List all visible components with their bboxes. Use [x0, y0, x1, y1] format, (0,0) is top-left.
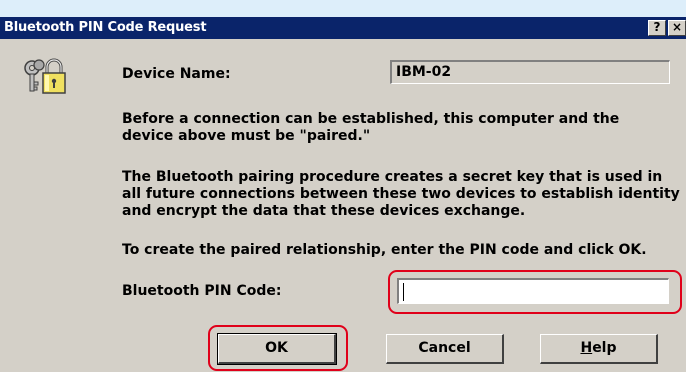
help-button-mnemonic: H — [580, 340, 593, 356]
help-button[interactable]: Help — [540, 334, 658, 364]
pin-input-highlight-annotation — [388, 270, 682, 314]
device-name-label: Device Name: — [122, 66, 231, 82]
pairing-info-line: all future connections between these two… — [122, 186, 680, 202]
cancel-button[interactable]: Cancel — [386, 334, 504, 364]
title-close-button[interactable]: × — [668, 20, 686, 36]
keys-and-padlock-icon — [24, 58, 66, 94]
device-name-value: IBM-02 — [390, 60, 670, 84]
help-button-label: elp — [592, 340, 617, 356]
title-help-button[interactable]: ? — [648, 20, 666, 36]
pairing-info-line: The Bluetooth pairing procedure creates … — [122, 169, 663, 185]
pairing-info-text-1: Before a connection can be established, … — [122, 111, 619, 145]
pairing-info-line: Before a connection can be established, … — [122, 111, 620, 127]
ok-button-highlight-annotation — [208, 325, 348, 371]
pairing-info-line: and encrypt the data that these devices … — [122, 203, 526, 219]
pairing-info-line: device above must be "paired." — [122, 128, 371, 144]
pairing-info-text-2: The Bluetooth pairing procedure creates … — [122, 169, 680, 220]
pin-instruction-text: To create the paired relationship, enter… — [122, 242, 647, 258]
window-title: Bluetooth PIN Code Request — [4, 20, 207, 35]
title-bar[interactable]: Bluetooth PIN Code Request ? × — [0, 17, 686, 39]
pin-code-label: Bluetooth PIN Code: — [122, 283, 282, 299]
